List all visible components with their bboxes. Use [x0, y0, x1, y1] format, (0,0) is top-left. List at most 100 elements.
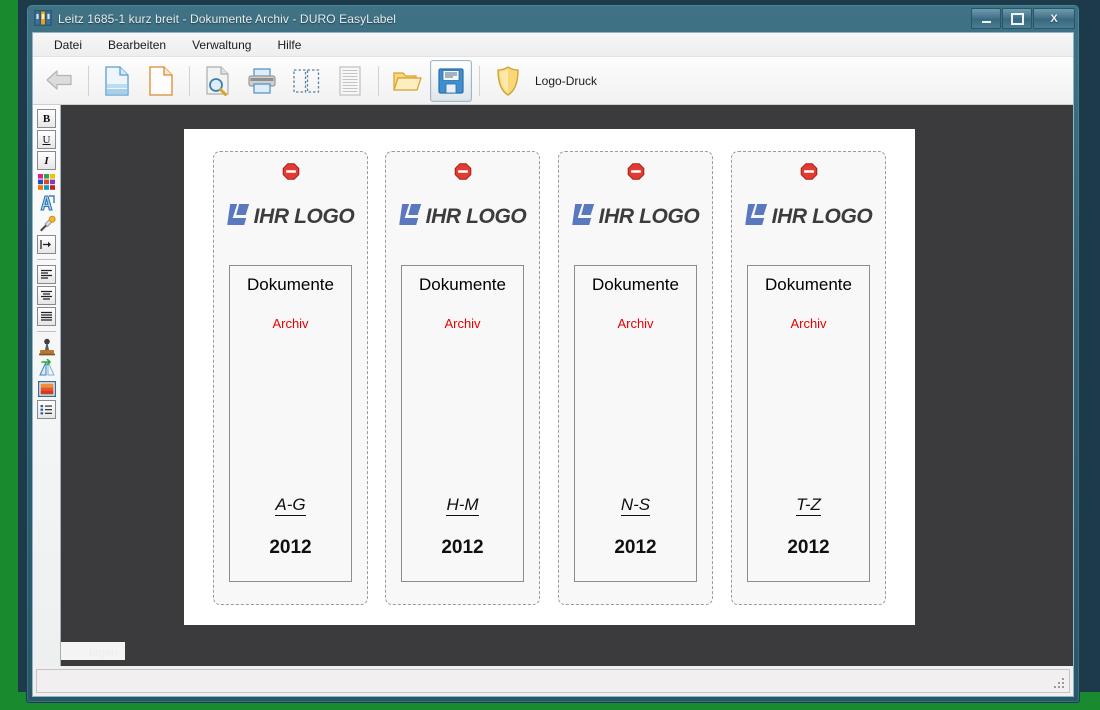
ihr-logo-text: IHR LOGO — [425, 205, 527, 228]
align-center-icon[interactable] — [37, 286, 56, 305]
italic-button[interactable]: I — [37, 151, 56, 170]
label-card[interactable]: IHR LOGO Dokumente Archiv T-Z 2012 — [731, 151, 886, 605]
list-properties-icon[interactable] — [37, 400, 56, 419]
no-entry-icon[interactable] — [800, 163, 817, 180]
menu-item-datei[interactable]: Datei — [44, 35, 92, 55]
color-palette-icon[interactable] — [37, 172, 56, 191]
ihr-logo[interactable]: IHR LOGO — [226, 204, 355, 230]
ihr-logo[interactable]: IHR LOGO — [398, 204, 527, 230]
list-properties-glyph — [37, 400, 56, 419]
window-controls: X — [971, 8, 1075, 29]
align-left-glyph — [37, 265, 56, 284]
underline-button[interactable]: U — [37, 130, 56, 149]
bold-glyph: B — [37, 109, 56, 128]
indent-glyph — [37, 235, 56, 254]
application-window: Leitz 1685-1 kurz breit - Dokumente Arch… — [26, 4, 1080, 703]
label-range: H-M — [446, 495, 479, 516]
close-button[interactable]: X — [1033, 8, 1075, 29]
label-card[interactable]: IHR LOGO Dokumente Archiv A-G 2012 — [213, 151, 368, 605]
status-bar — [36, 669, 1070, 693]
toolbar-separator — [88, 65, 89, 96]
workspace: B U I IHR LOGO Dokumente Archiv A-G 2012… — [33, 105, 1073, 666]
ihr-logo-text: IHR LOGO — [253, 205, 355, 228]
ihr-logo-mark — [571, 204, 596, 230]
stamp-icon[interactable] — [37, 337, 56, 356]
ihr-logo-text: IHR LOGO — [598, 205, 700, 228]
label-range: T-Z — [796, 495, 821, 516]
maximize-button[interactable] — [1002, 8, 1032, 29]
menu-item-bearbeiten[interactable]: Bearbeiten — [98, 35, 176, 55]
label-card[interactable]: IHR LOGO Dokumente Archiv H-M 2012 — [385, 151, 540, 605]
ihr-logo-mark — [398, 204, 423, 230]
flip-rotate-icon[interactable] — [37, 358, 56, 377]
label-text-frame[interactable]: Dokumente Archiv A-G 2012 — [229, 265, 352, 582]
back-arrow-icon[interactable] — [39, 60, 81, 102]
image-fill-icon[interactable] — [37, 379, 56, 398]
format-tool-strip: B U I — [33, 105, 61, 666]
label-subtitle: Archiv — [272, 316, 309, 331]
label-range: N-S — [620, 495, 651, 516]
menu-item-hilfe[interactable]: Hilfe — [267, 35, 311, 55]
menu-bar: Datei Bearbeiten Verwaltung Hilfe — [33, 33, 1073, 57]
label-title: Dokumente — [765, 275, 852, 294]
no-entry-icon[interactable] — [454, 163, 471, 180]
label-year: 2012 — [614, 537, 657, 558]
label-sheet[interactable]: IHR LOGO Dokumente Archiv A-G 2012 IHR L… — [184, 129, 915, 625]
label-title: Dokumente — [592, 275, 679, 294]
label-year: 2012 — [787, 537, 830, 558]
no-entry-icon[interactable] — [627, 163, 644, 180]
toolbar-separator — [189, 65, 190, 96]
label-text-frame[interactable]: Dokumente Archiv N-S 2012 — [574, 265, 697, 582]
ihr-logo[interactable]: IHR LOGO — [571, 204, 700, 230]
align-justify-icon[interactable] — [37, 307, 56, 326]
open-folder-icon[interactable] — [386, 60, 428, 102]
label-title: Dokumente — [247, 275, 334, 294]
underline-glyph: U — [37, 130, 56, 149]
shield-icon[interactable] — [487, 60, 529, 102]
cutoff-text: lagen — [89, 647, 118, 659]
desktop-background: Leitz 1685-1 kurz breit - Dokumente Arch… — [0, 0, 1100, 710]
ihr-logo[interactable]: IHR LOGO — [744, 204, 873, 230]
label-text-frame[interactable]: Dokumente Archiv T-Z 2012 — [747, 265, 870, 582]
italic-glyph: I — [37, 151, 56, 170]
align-center-glyph — [37, 286, 56, 305]
no-entry-icon[interactable] — [282, 163, 299, 180]
print-preview-icon[interactable] — [197, 60, 239, 102]
resize-grip[interactable] — [1054, 678, 1066, 690]
blank-document-icon[interactable] — [140, 60, 182, 102]
label-title: Dokumente — [419, 275, 506, 294]
label-canvas[interactable]: IHR LOGO Dokumente Archiv A-G 2012 IHR L… — [61, 105, 1073, 666]
client-area: Datei Bearbeiten Verwaltung Hilfe Logo-D… — [32, 32, 1074, 697]
align-justify-glyph — [37, 307, 56, 326]
new-document-icon[interactable] — [96, 60, 138, 102]
font-effect-icon[interactable] — [37, 193, 56, 212]
label-card[interactable]: IHR LOGO Dokumente Archiv N-S 2012 — [558, 151, 713, 605]
logo-druck-label: Logo-Druck — [535, 73, 598, 88]
label-subtitle: Archiv — [790, 316, 827, 331]
indent-tab-icon[interactable] — [37, 235, 56, 254]
ihr-logo-mark — [744, 204, 769, 230]
bold-button[interactable]: B — [37, 109, 56, 128]
tool-separator — [37, 331, 56, 332]
print-icon[interactable] — [241, 60, 283, 102]
main-toolbar: Logo-Druck — [33, 57, 1073, 105]
title-bar[interactable]: Leitz 1685-1 kurz breit - Dokumente Arch… — [27, 5, 1079, 32]
page-select-icon[interactable] — [285, 60, 327, 102]
eyedropper-icon[interactable] — [37, 214, 56, 233]
binders-icon — [34, 9, 52, 27]
tool-separator — [37, 259, 56, 260]
ihr-logo-text: IHR LOGO — [771, 205, 873, 228]
toolbar-separator — [479, 65, 480, 96]
save-floppy-icon[interactable] — [430, 59, 472, 102]
ihr-logo-mark — [226, 204, 251, 230]
label-year: 2012 — [441, 537, 484, 558]
label-year: 2012 — [269, 537, 312, 558]
list-lines-icon[interactable] — [329, 60, 371, 102]
label-text-frame[interactable]: Dokumente Archiv H-M 2012 — [401, 265, 524, 582]
label-subtitle: Archiv — [617, 316, 654, 331]
toolbar-separator — [378, 65, 379, 96]
menu-item-verwaltung[interactable]: Verwaltung — [182, 35, 261, 55]
minimize-button[interactable] — [971, 8, 1001, 29]
window-title: Leitz 1685-1 kurz breit - Dokumente Arch… — [58, 12, 397, 26]
align-left-icon[interactable] — [37, 265, 56, 284]
